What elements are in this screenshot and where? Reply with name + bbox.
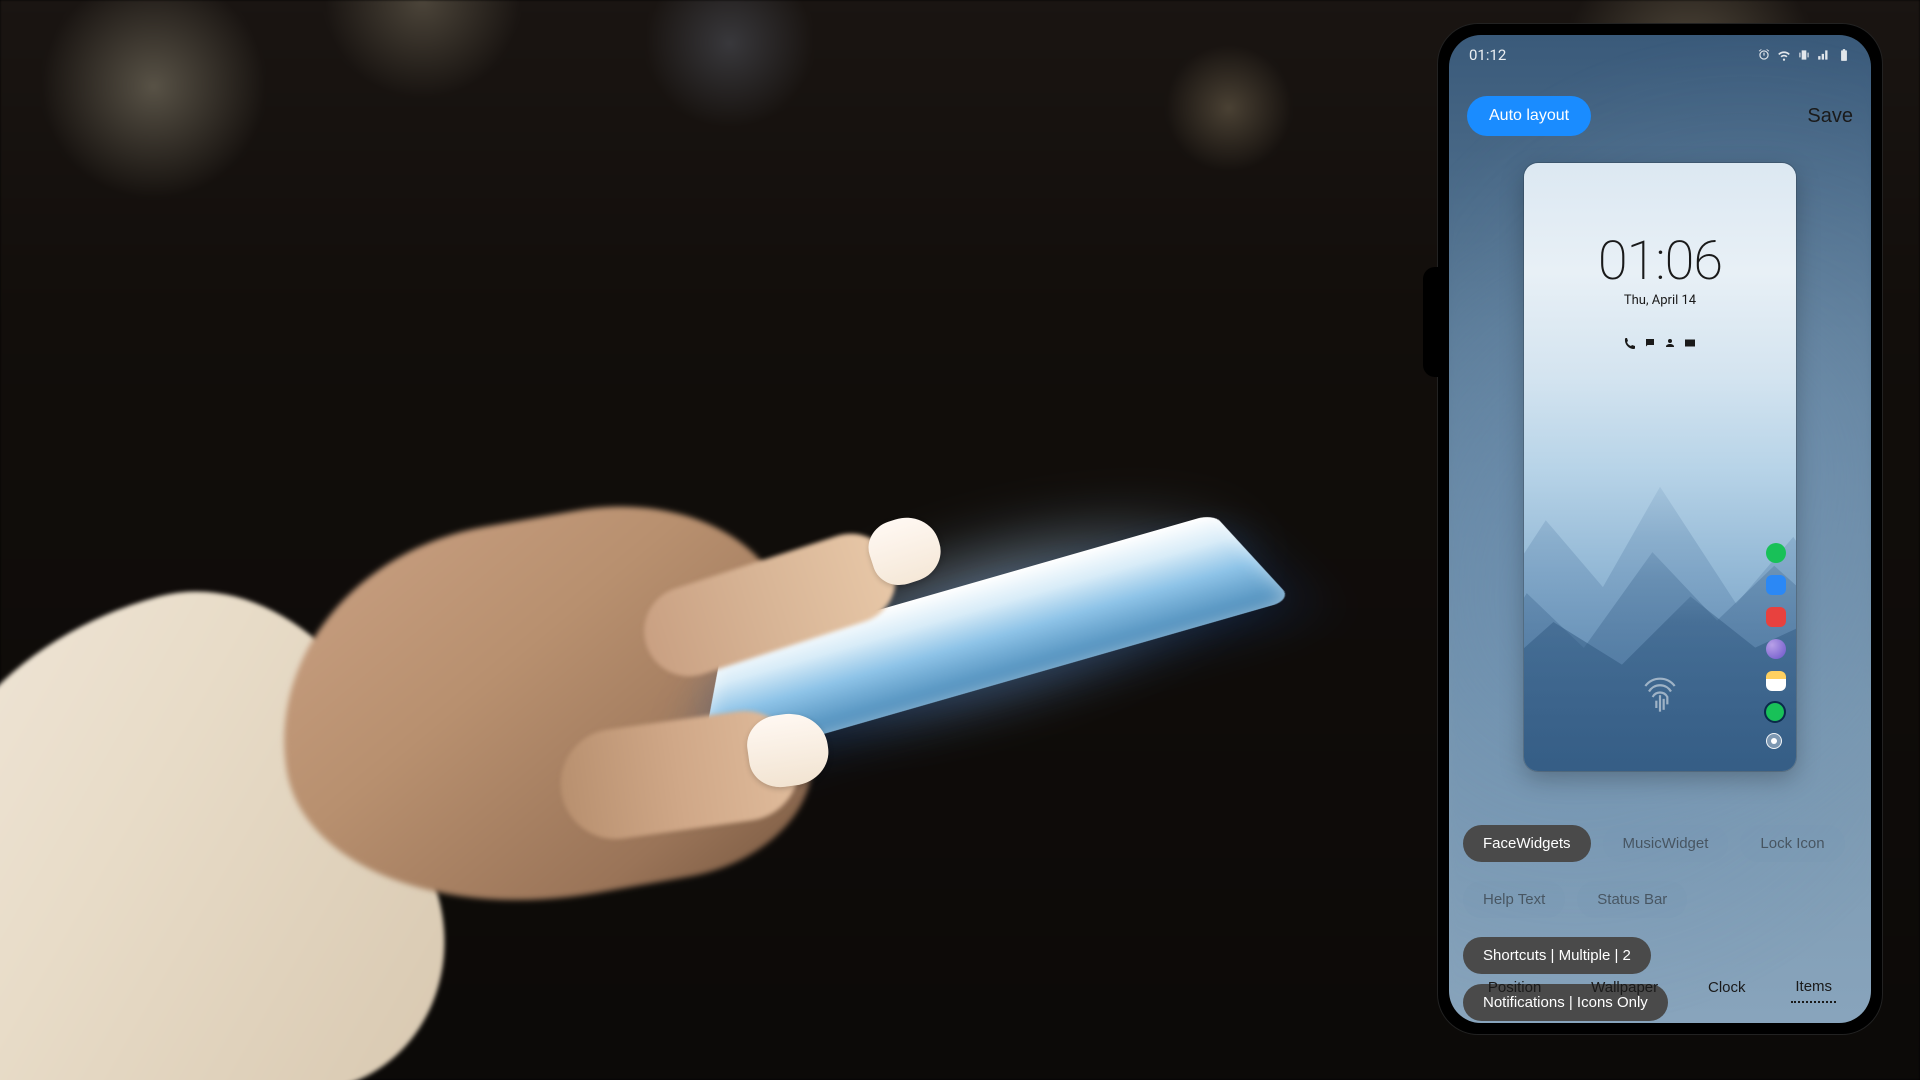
- phone-mockup-frame: 01:12 Auto layout Save: [1438, 24, 1882, 1034]
- chip-musicwidget[interactable]: MusicWidget: [1603, 825, 1729, 862]
- editor-header: Auto layout Save: [1449, 89, 1871, 143]
- shortcut-messages-icon[interactable]: [1766, 575, 1786, 595]
- shortcut-internet-icon[interactable]: [1766, 639, 1786, 659]
- chip-helptext[interactable]: Help Text: [1463, 881, 1565, 918]
- chip-statusbar[interactable]: Status Bar: [1577, 881, 1687, 918]
- wifi-icon: [1777, 48, 1791, 62]
- shortcut-cast-icon[interactable]: [1766, 733, 1782, 749]
- status-bar: 01:12: [1449, 35, 1871, 75]
- stage: 01:12 Auto layout Save: [0, 0, 1920, 1080]
- fingerprint-icon: [1638, 675, 1682, 719]
- message-notif-icon: [1644, 334, 1656, 346]
- person-notif-icon: [1664, 334, 1676, 346]
- preview-time: 01:06: [1524, 235, 1796, 289]
- chip-lockicon[interactable]: Lock Icon: [1740, 825, 1844, 862]
- lockscreen-preview[interactable]: 01:06 Thu, April 14: [1524, 163, 1796, 771]
- status-time: 01:12: [1469, 46, 1506, 64]
- mail-notif-icon: [1684, 334, 1696, 346]
- shortcut-rail: [1766, 543, 1786, 749]
- shortcut-camera-icon[interactable]: [1766, 607, 1786, 627]
- shortcut-weather-icon[interactable]: [1766, 671, 1786, 691]
- preview-clock-widget: 01:06 Thu, April 14: [1524, 235, 1796, 346]
- phone-side-button: [1423, 267, 1441, 377]
- tab-position[interactable]: Position: [1484, 972, 1545, 1003]
- bottom-tabs: Position Wallpaper Clock Items: [1463, 964, 1857, 1015]
- shortcut-spotify-icon[interactable]: [1766, 703, 1784, 721]
- chip-row-1: FaceWidgets MusicWidget Lock Icon: [1463, 825, 1857, 862]
- hands-holding-phone-photo: [0, 260, 1100, 1080]
- auto-layout-button[interactable]: Auto layout: [1467, 96, 1591, 136]
- alarm-icon: [1757, 48, 1771, 62]
- vibrate-icon: [1797, 48, 1811, 62]
- phone-notif-icon: [1624, 334, 1636, 346]
- tab-wallpaper[interactable]: Wallpaper: [1587, 972, 1662, 1003]
- battery-icon: [1837, 48, 1851, 62]
- phone-screen: 01:12 Auto layout Save: [1449, 35, 1871, 1023]
- chip-facewidgets[interactable]: FaceWidgets: [1463, 825, 1591, 862]
- preview-date: Thu, April 14: [1524, 293, 1796, 308]
- preview-notification-icons: [1524, 334, 1796, 346]
- shortcut-phone-icon[interactable]: [1766, 543, 1786, 563]
- tab-items[interactable]: Items: [1791, 972, 1836, 1003]
- tab-clock[interactable]: Clock: [1704, 972, 1750, 1003]
- status-icons: [1757, 48, 1851, 62]
- chip-row-2: Help Text Status Bar: [1463, 881, 1857, 918]
- signal-icon: [1817, 48, 1831, 62]
- save-button[interactable]: Save: [1807, 105, 1853, 128]
